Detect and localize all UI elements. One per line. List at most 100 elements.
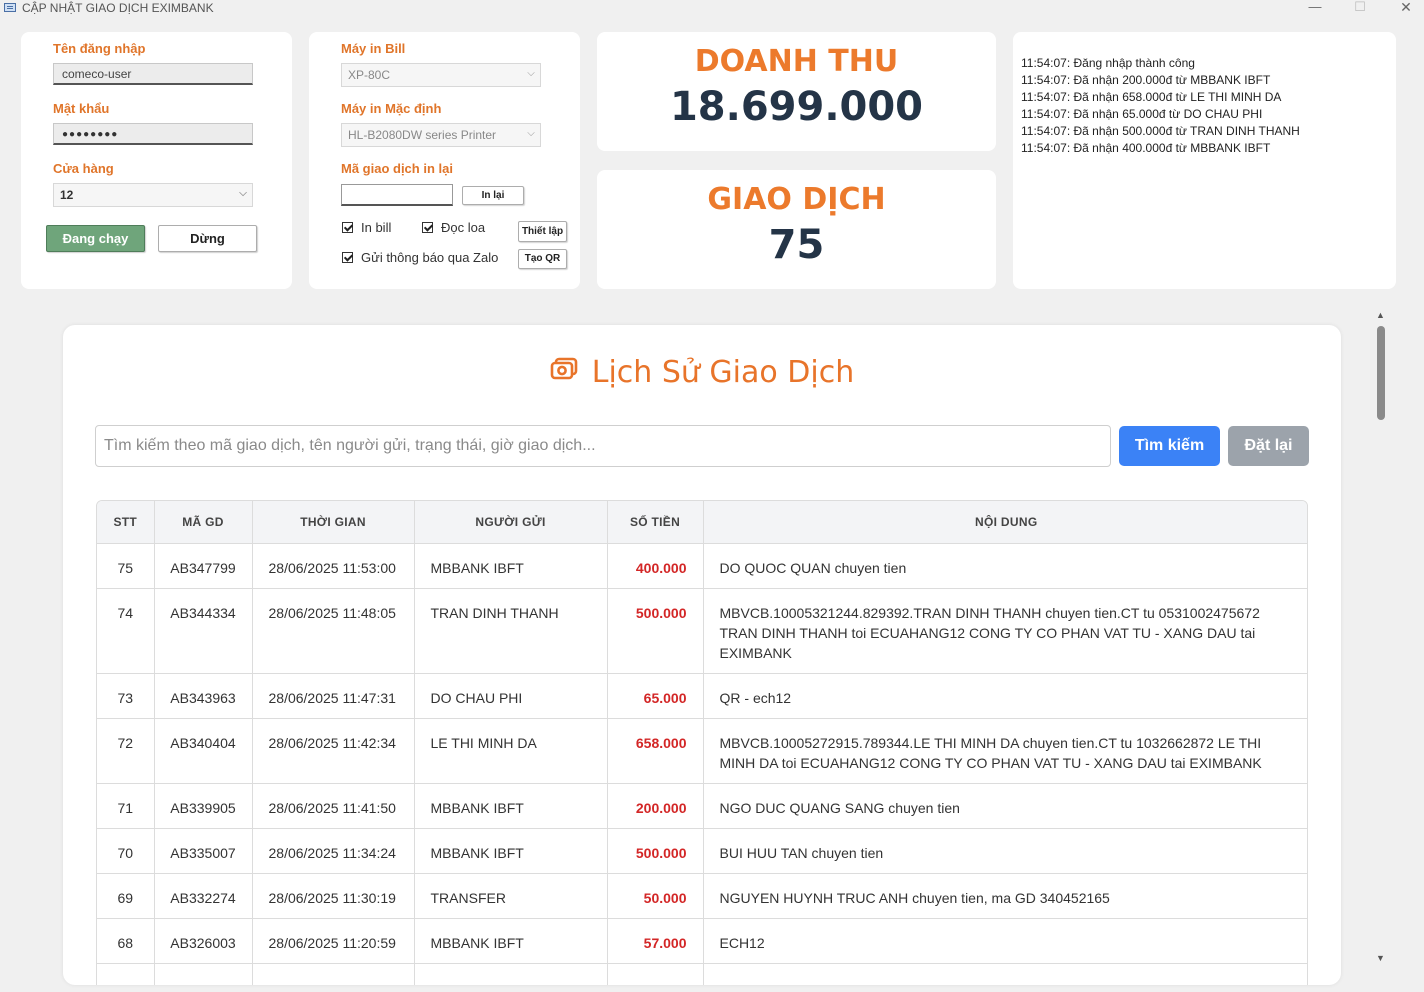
log-panel: 11:54:07: Đăng nhập thành công 11:54:07:… — [1013, 32, 1396, 289]
table-row[interactable]: 73 AB343963 28/06/2025 11:47:31 DO CHAU PHI… — [97, 673, 1307, 719]
column-header-sender[interactable]: NGƯỜI GỬI — [414, 501, 608, 544]
table-row[interactable]: 72 AB340404 28/06/2025 11:42:34 LE THI MINH… — [97, 718, 1307, 784]
default-printer-select[interactable]: HL-B2080DW series Printer ⌵ — [341, 123, 541, 147]
log-line: 11:54:07: Đăng nhập thành công — [1021, 56, 1195, 70]
window-title: CẬP NHẬT GIAO DỊCH EXIMBANK — [22, 1, 214, 15]
row-content: QR - ech12 — [703, 673, 1307, 719]
history-card: Lịch Sử Giao Dịch Tìm kiếm Đặt lại STT M… — [63, 325, 1341, 985]
row-amount: 658.000 — [607, 718, 704, 784]
table-header-row: STT MÃ GD THỜI GIAN NGƯỜI GỬI SỐ TIỀN NỘ… — [97, 501, 1307, 544]
row-code: AB347799 — [154, 543, 253, 589]
reprint-label: Mã giao dịch in lại — [341, 161, 453, 176]
row-sender: MBBANK IBFT — [414, 918, 608, 964]
row-amount: 57.000 — [607, 918, 704, 964]
log-line: 11:54:07: Đã nhận 658.000đ từ LE THI MIN… — [1021, 90, 1282, 104]
row-sender: TRANSFER — [414, 873, 608, 919]
log-line: 11:54:07: Đã nhận 65.000đ từ DO CHAU PHI — [1021, 107, 1263, 121]
reset-button[interactable]: Đặt lại — [1228, 426, 1309, 466]
row-stt — [97, 963, 155, 985]
row-amount: 50.000 — [607, 873, 704, 919]
row-amount: 65.000 — [607, 673, 704, 719]
chevron-down-icon: ⌵ — [527, 128, 535, 139]
row-stt: 75 — [97, 543, 155, 589]
revenue-label: DOANH THU — [694, 44, 899, 79]
column-header-time[interactable]: THỜI GIAN — [252, 501, 415, 544]
revenue-panel: DOANH THU 18.699.000 — [597, 32, 996, 151]
row-sender: MBBANK IBFT — [414, 828, 608, 874]
table-row[interactable] — [97, 963, 1307, 985]
username-field[interactable]: comeco-user — [53, 63, 253, 85]
row-stt: 68 — [97, 918, 155, 964]
maximize-button[interactable]: ☐ — [1345, 0, 1375, 15]
table-row[interactable]: 71 AB339905 28/06/2025 11:41:50 MBBANK IBFT… — [97, 783, 1307, 829]
row-sender: MBBANK IBFT — [414, 543, 608, 589]
column-header-code[interactable]: MÃ GD — [154, 501, 253, 544]
username-label: Tên đăng nhập — [53, 41, 146, 56]
table-row[interactable]: 69 AB332274 28/06/2025 11:30:19 TRANSFER 50.… — [97, 873, 1307, 919]
scroll-up-arrow-icon[interactable]: ▲ — [1376, 310, 1385, 320]
transactions-label: GIAO DỊCH — [707, 182, 886, 217]
search-button[interactable]: Tìm kiếm — [1119, 426, 1220, 466]
zalo-checkbox[interactable]: Gửi thông báo qua Zalo — [342, 250, 498, 265]
reprint-input[interactable] — [341, 184, 453, 206]
row-time — [252, 963, 415, 985]
row-stt: 74 — [97, 588, 155, 674]
row-stt: 72 — [97, 718, 155, 784]
table-row[interactable]: 70 AB335007 28/06/2025 11:34:24 MBBANK IBFT… — [97, 828, 1307, 874]
create-qr-button[interactable]: Tạo QR — [518, 249, 567, 269]
row-code: AB326003 — [154, 918, 253, 964]
transactions-value: 75 — [768, 222, 825, 268]
row-code: AB332274 — [154, 873, 253, 919]
minimize-button[interactable]: — — [1300, 0, 1330, 15]
scrollbar-thumb[interactable] — [1377, 326, 1385, 420]
log-line: 11:54:07: Đã nhận 200.000đ từ MBBANK IBF… — [1021, 73, 1271, 87]
row-code: AB339905 — [154, 783, 253, 829]
row-amount: 200.000 — [607, 783, 704, 829]
reprint-button[interactable]: In lại — [462, 186, 524, 205]
bill-printer-select[interactable]: XP-80C ⌵ — [341, 63, 541, 87]
column-header-stt[interactable]: STT — [97, 501, 155, 544]
checkbox-checked-icon — [342, 222, 353, 233]
row-time: 28/06/2025 11:48:05 — [252, 588, 415, 674]
row-time: 28/06/2025 11:47:31 — [252, 673, 415, 719]
speaker-checkbox[interactable]: Đọc loa — [422, 220, 485, 235]
store-label: Cửa hàng — [53, 161, 114, 176]
column-header-amount[interactable]: SỐ TIỀN — [607, 501, 704, 544]
password-field[interactable]: ●●●●●●●● — [53, 123, 253, 145]
transactions-panel: GIAO DỊCH 75 — [597, 170, 996, 289]
row-content: NGUYEN HUYNH TRUC ANH chuyen tien, ma GD… — [703, 873, 1307, 919]
speaker-label: Đọc loa — [441, 220, 486, 235]
print-bill-checkbox[interactable]: In bill — [342, 220, 391, 235]
row-content: DO QUOC QUAN chuyen tien — [703, 543, 1307, 589]
setup-button[interactable]: Thiết lập — [518, 221, 567, 242]
bill-printer-value: XP-80C — [348, 68, 391, 82]
login-panel: Tên đăng nhập comeco-user Mật khẩu ●●●●●… — [21, 32, 292, 289]
table-row[interactable]: 74 AB344334 28/06/2025 11:48:05 TRAN DINH T… — [97, 588, 1307, 674]
search-input[interactable] — [95, 425, 1111, 467]
title-bar: CẬP NHẬT GIAO DỊCH EXIMBANK — ☐ ✕ — [0, 0, 1424, 16]
vertical-scrollbar[interactable]: ▲ ▼ — [1372, 310, 1390, 970]
checkbox-checked-icon — [422, 222, 433, 233]
table-row[interactable]: 68 AB326003 28/06/2025 11:20:59 MBBANK IBFT… — [97, 918, 1307, 964]
row-content: MBVCB.10005272915.789344.LE THI MINH DA … — [703, 718, 1307, 784]
row-time: 28/06/2025 11:42:34 — [252, 718, 415, 784]
row-code: AB343963 — [154, 673, 253, 719]
row-sender: DO CHAU PHI — [414, 673, 608, 719]
column-header-content[interactable]: NỘI DUNG — [703, 501, 1307, 544]
row-time: 28/06/2025 11:20:59 — [252, 918, 415, 964]
row-sender: TRAN DINH THANH — [414, 588, 608, 674]
row-stt: 69 — [97, 873, 155, 919]
zalo-label: Gửi thông báo qua Zalo — [361, 250, 499, 265]
scroll-down-arrow-icon[interactable]: ▼ — [1376, 953, 1385, 963]
row-amount — [607, 963, 704, 985]
row-sender — [414, 963, 608, 985]
close-button[interactable]: ✕ — [1391, 0, 1421, 15]
store-select[interactable]: 12 ⌵ — [53, 183, 253, 207]
stop-button[interactable]: Dừng — [158, 225, 257, 252]
table-row[interactable]: 75 AB347799 28/06/2025 11:53:00 MBBANK IBFT… — [97, 543, 1307, 589]
chevron-down-icon: ⌵ — [527, 68, 535, 79]
store-value: 12 — [60, 188, 74, 202]
row-code: AB344334 — [154, 588, 253, 674]
running-button[interactable]: Đang chạy — [46, 225, 145, 252]
row-stt: 71 — [97, 783, 155, 829]
